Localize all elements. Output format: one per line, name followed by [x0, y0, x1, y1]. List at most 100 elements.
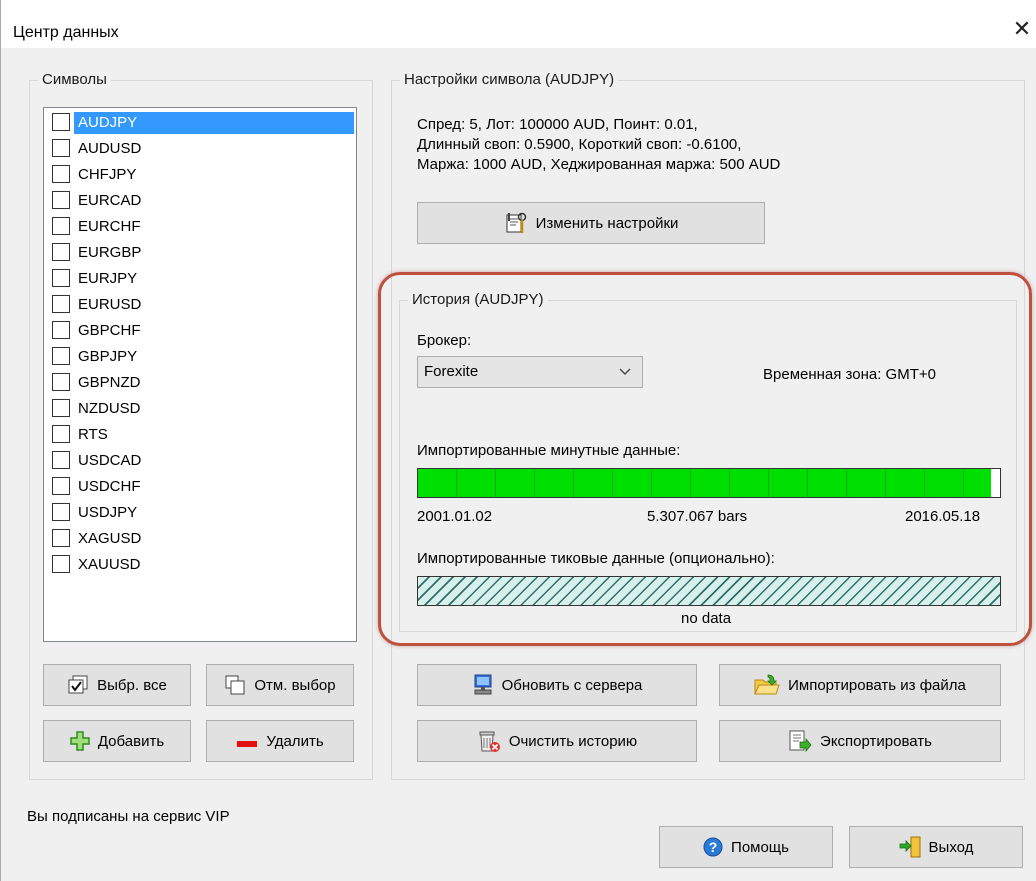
symbol-checkbox[interactable]: [52, 477, 70, 495]
add-label: Добавить: [97, 732, 165, 750]
symbol-list-item[interactable]: GBPJPY: [48, 344, 354, 370]
symbol-checkbox[interactable]: [52, 321, 70, 339]
symbol-checkbox[interactable]: [52, 243, 70, 261]
symbol-label: EURJPY: [78, 270, 138, 287]
clear-history-button[interactable]: Очистить историю: [417, 720, 697, 762]
title-bar: Центр данных ✕: [1, 0, 1036, 48]
exit-label: Выход: [928, 838, 974, 856]
exit-door-icon: [899, 836, 921, 858]
update-from-server-button[interactable]: Обновить с сервера: [417, 664, 697, 706]
select-all-button[interactable]: Выбр. все: [43, 664, 191, 706]
symbol-list-item[interactable]: EURJPY: [48, 266, 354, 292]
symbol-label: GBPNZD: [78, 374, 141, 391]
settings-legend: Настройки символа (AUDJPY): [400, 71, 619, 88]
symbol-list-item[interactable]: GBPNZD: [48, 370, 354, 396]
settings-line-2: Длинный своп: 0.5900, Короткий своп: -0.…: [417, 136, 742, 153]
symbol-label: GBPJPY: [78, 348, 138, 365]
minus-icon: [236, 736, 258, 747]
delete-button[interactable]: Удалить: [206, 720, 354, 762]
symbols-legend: Символы: [38, 71, 111, 88]
help-icon: ?: [703, 837, 723, 857]
deselect-button[interactable]: Отм. выбор: [206, 664, 354, 706]
symbols-list[interactable]: AUDJPY AUDUSD CHFJPY EURCAD EURCHF EURGBP EURJ…: [43, 107, 357, 642]
symbol-checkbox[interactable]: [52, 425, 70, 443]
subscription-status: Вы подписаны на сервис VIP: [27, 808, 230, 825]
clear-history-label: Очистить историю: [508, 732, 638, 750]
symbol-checkbox[interactable]: [52, 165, 70, 183]
symbol-list-item[interactable]: AUDUSD: [48, 136, 354, 162]
close-icon[interactable]: ✕: [1007, 14, 1036, 44]
symbol-checkbox[interactable]: [52, 503, 70, 521]
symbol-list-item[interactable]: CHFJPY: [48, 162, 354, 188]
add-button[interactable]: Добавить: [43, 720, 191, 762]
symbol-label: EURGBP: [78, 244, 142, 261]
symbol-list-item[interactable]: USDCAD: [48, 448, 354, 474]
symbol-checkbox[interactable]: [52, 139, 70, 157]
import-from-file-button[interactable]: Импортировать из файла: [719, 664, 1001, 706]
symbol-label: NZDUSD: [78, 400, 141, 417]
symbol-list-item[interactable]: USDJPY: [48, 500, 354, 526]
symbol-label: RTS: [78, 426, 108, 443]
symbol-label: CHFJPY: [78, 166, 137, 183]
symbol-checkbox[interactable]: [52, 217, 70, 235]
deselect-label: Отм. выбор: [254, 676, 336, 694]
symbol-checkbox[interactable]: [52, 451, 70, 469]
data-center-window: Центр данных ✕ Символы AUDJPY AUDUSD CHFJP…: [0, 0, 1036, 881]
symbol-checkbox[interactable]: [52, 399, 70, 417]
server-computer-icon: [472, 674, 494, 696]
update-label: Обновить с сервера: [501, 676, 643, 694]
symbol-list-item[interactable]: RTS: [48, 422, 354, 448]
help-label: Помощь: [731, 838, 789, 856]
delete-label: Удалить: [266, 732, 324, 750]
symbol-label: XAUUSD: [78, 556, 141, 573]
symbol-label: EURUSD: [78, 296, 142, 313]
symbol-label: EURCHF: [78, 218, 141, 235]
symbol-list-item[interactable]: AUDJPY: [48, 110, 354, 136]
symbol-list-item[interactable]: XAGUSD: [48, 526, 354, 552]
history-highlight-ring: [378, 272, 1032, 646]
symbol-checkbox[interactable]: [52, 113, 70, 131]
import-label: Импортировать из файла: [788, 676, 966, 694]
folder-import-icon: [754, 674, 780, 696]
symbol-label: AUDJPY: [74, 112, 354, 134]
window-title: Центр данных: [13, 24, 119, 41]
symbol-checkbox[interactable]: [52, 373, 70, 391]
symbol-checkbox[interactable]: [52, 555, 70, 573]
checked-boxes-icon: [67, 675, 89, 695]
symbol-list-item[interactable]: XAUUSD: [48, 552, 354, 578]
symbol-list-item[interactable]: GBPCHF: [48, 318, 354, 344]
symbol-list-item[interactable]: EURCHF: [48, 214, 354, 240]
settings-line-1: Спред: 5, Лот: 100000 AUD, Поинт: 0.01,: [417, 116, 698, 133]
symbol-label: USDJPY: [78, 504, 138, 521]
symbol-label: AUDUSD: [78, 140, 142, 157]
symbol-checkbox[interactable]: [52, 529, 70, 547]
export-label: Экспортировать: [820, 732, 932, 750]
symbol-checkbox[interactable]: [52, 295, 70, 313]
settings-tools-icon: [504, 211, 528, 235]
symbol-checkbox[interactable]: [52, 347, 70, 365]
symbol-checkbox[interactable]: [52, 191, 70, 209]
symbol-label: EURCAD: [78, 192, 142, 209]
svg-text:?: ?: [709, 839, 718, 855]
symbol-label: GBPCHF: [78, 322, 141, 339]
help-button[interactable]: ? Помощь: [659, 826, 833, 868]
symbol-list-item[interactable]: EURCAD: [48, 188, 354, 214]
exit-button[interactable]: Выход: [849, 826, 1023, 868]
export-document-icon: [788, 729, 812, 753]
symbol-list-item[interactable]: USDCHF: [48, 474, 354, 500]
trash-delete-icon: [477, 729, 501, 753]
symbol-label: USDCHF: [78, 478, 141, 495]
symbol-checkbox[interactable]: [52, 269, 70, 287]
export-button[interactable]: Экспортировать: [719, 720, 1001, 762]
change-settings-label: Изменить настройки: [535, 214, 679, 232]
symbol-list-item[interactable]: EURGBP: [48, 240, 354, 266]
symbol-label: XAGUSD: [78, 530, 142, 547]
select-all-label: Выбр. все: [97, 676, 167, 694]
symbol-list-item[interactable]: NZDUSD: [48, 396, 354, 422]
symbol-list-item[interactable]: EURUSD: [48, 292, 354, 318]
symbol-label: USDCAD: [78, 452, 142, 469]
empty-boxes-icon: [224, 675, 246, 695]
plus-icon: [70, 731, 90, 751]
change-settings-button[interactable]: Изменить настройки: [417, 202, 765, 244]
settings-line-3: Маржа: 1000 AUD, Хеджированная маржа: 50…: [417, 156, 781, 173]
